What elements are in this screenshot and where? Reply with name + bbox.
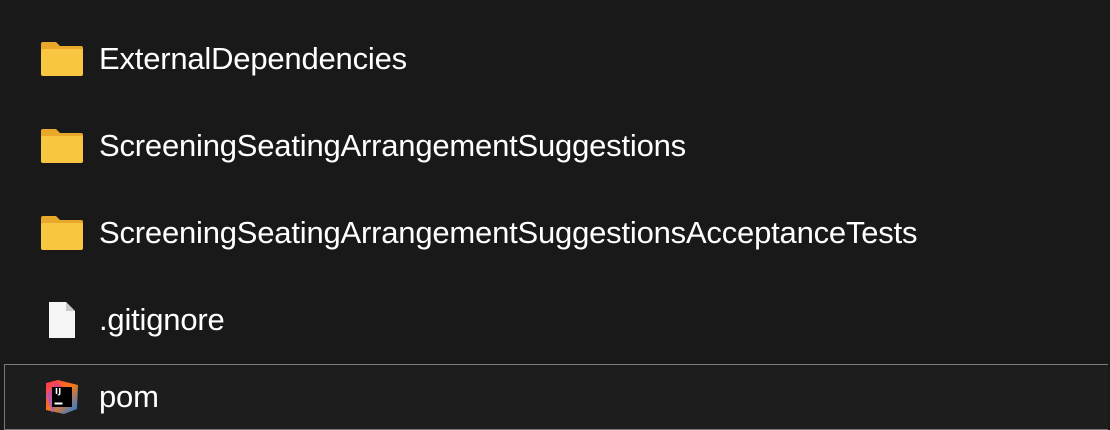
document-icon [39,300,85,340]
item-name: pom [99,379,159,414]
item-name: .gitignore [99,302,225,337]
item-name: ExternalDependencies [99,41,407,76]
folder-icon [39,39,85,79]
folder-icon [39,126,85,166]
intellij-idea-icon: IJ [39,377,85,417]
list-item-screeningseatingarrangementsuggestions[interactable]: ScreeningSeatingArrangementSuggestions [4,108,1108,184]
folder-icon [39,213,85,253]
list-item-gitignore[interactable]: .gitignore [4,282,1108,358]
list-item-externaldependencies[interactable]: ExternalDependencies [4,21,1108,97]
file-list: ExternalDependencies ScreeningSeatingArr… [0,0,1110,430]
list-item-pom[interactable]: IJ pom [4,364,1108,430]
item-name: ScreeningSeatingArrangementSuggestionsAc… [99,215,918,250]
list-item-screeningseatingarrangementsuggestionsacceptancetests[interactable]: ScreeningSeatingArrangementSuggestionsAc… [4,195,1108,271]
item-name: ScreeningSeatingArrangementSuggestions [99,128,686,163]
icon-text: IJ [55,387,62,396]
